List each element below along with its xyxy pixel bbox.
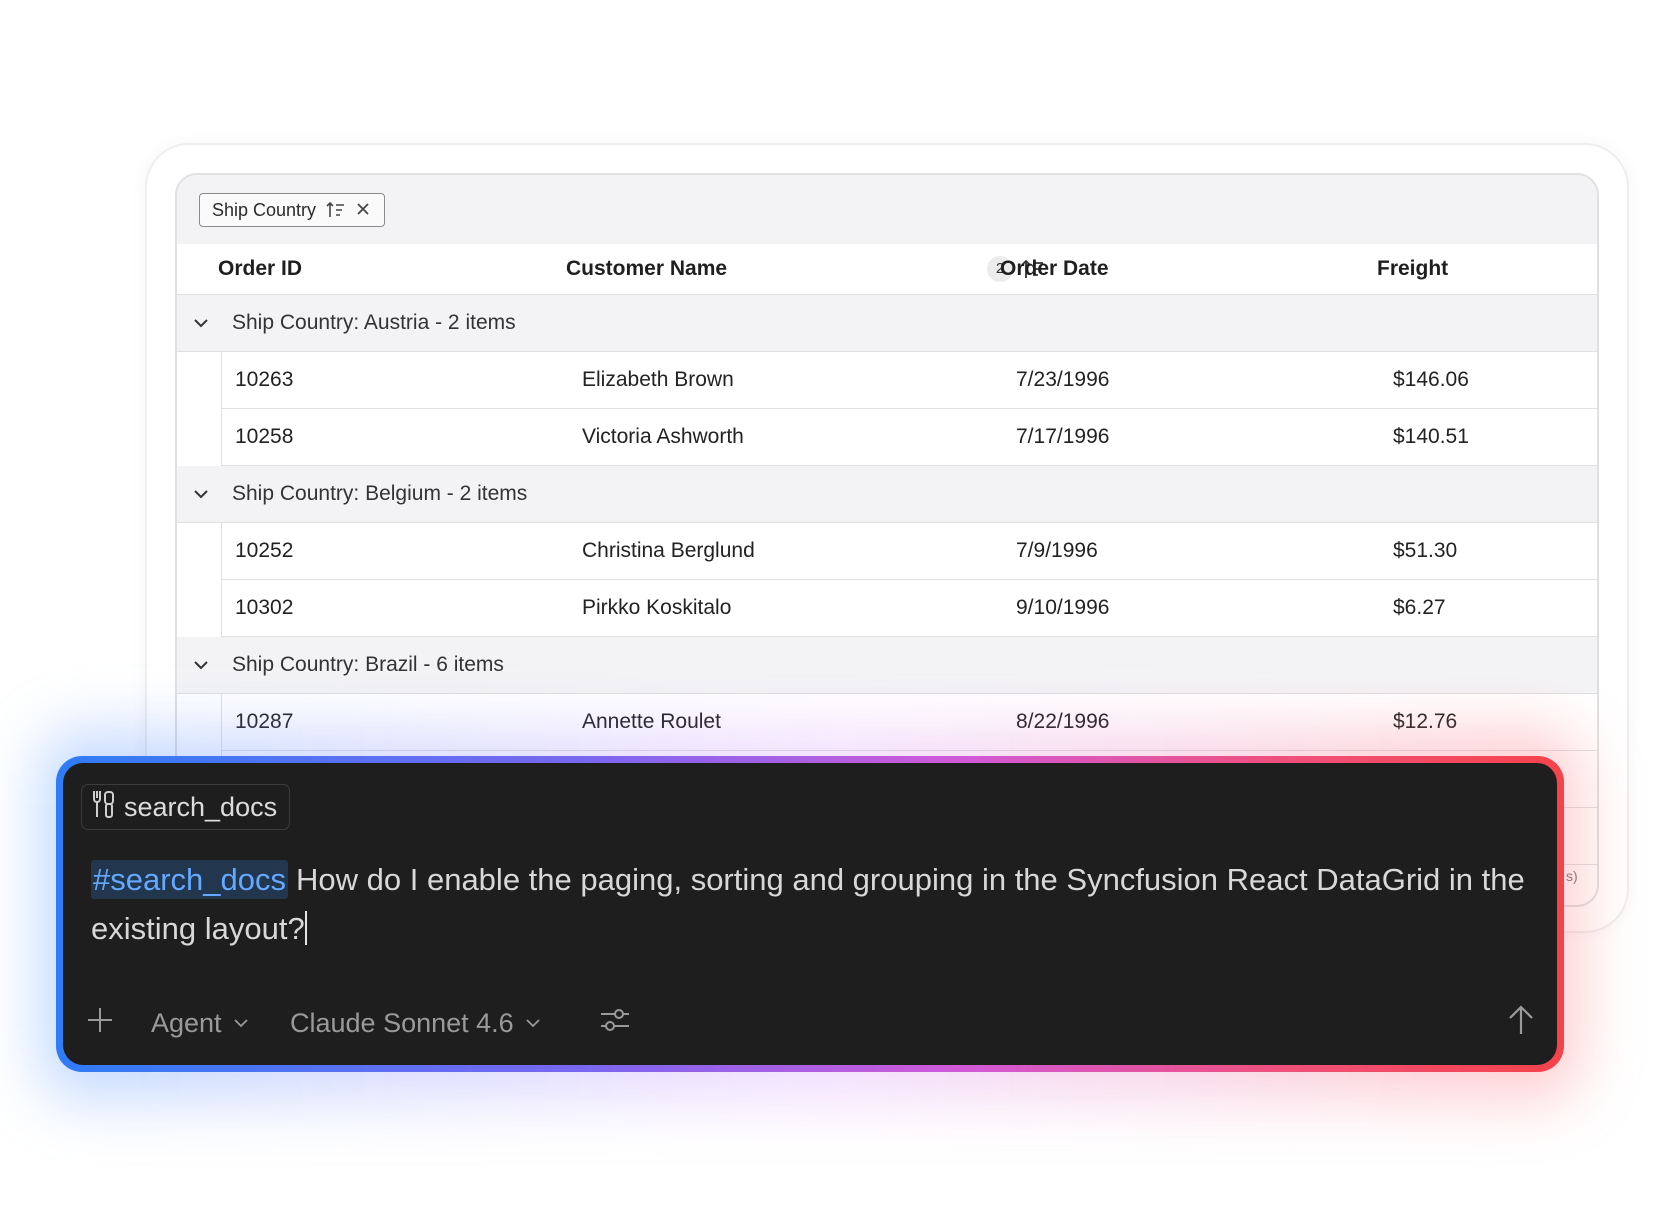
cell-order-date: 7/17/1996	[1016, 425, 1110, 448]
plus-icon	[85, 1005, 115, 1042]
group-caption-row[interactable]: Ship Country: Austria - 2 items	[177, 295, 1597, 352]
arrow-up-icon	[1506, 1004, 1536, 1043]
composer-toolbar: Agent Claude Sonnet 4.6	[63, 998, 1557, 1048]
cell-order-date: 9/10/1996	[1016, 596, 1110, 619]
cell-freight: $6.27	[1393, 596, 1446, 619]
tool-chip-label: search_docs	[124, 791, 278, 822]
sliders-icon	[599, 1004, 631, 1043]
cell-order-id: 10302	[235, 596, 294, 619]
prompt-input[interactable]: #search_docs How do I enable the paging, …	[91, 855, 1541, 953]
group-chip-label: Ship Country	[212, 199, 317, 220]
cell-customer-name: Elizabeth Brown	[582, 368, 734, 391]
cell-freight: $51.30	[1393, 539, 1458, 562]
group-caption-row[interactable]: Ship Country: Brazil - 6 items	[177, 637, 1597, 694]
cell-freight: $146.06	[1393, 368, 1469, 391]
chat-composer: search_docs #search_docs How do I enable …	[63, 763, 1557, 1065]
table-row[interactable]: 10258 Victoria Ashworth 7/17/1996 $140.5…	[221, 409, 1597, 466]
table-row[interactable]: 10263 Elizabeth Brown 7/23/1996 $146.06	[221, 352, 1597, 409]
group-caption: Ship Country: Austria - 2 items	[232, 311, 516, 334]
sort-ascending-icon[interactable]	[326, 201, 346, 219]
tool-tag: #search_docs	[91, 860, 289, 899]
cell-order-date: 7/9/1996	[1016, 539, 1098, 562]
group-drop-area: Ship Country	[177, 175, 1597, 245]
cell-order-id: 10252	[235, 539, 294, 562]
grid-header: Order ID Customer Name 2 Order Date Frei…	[177, 244, 1597, 295]
tool-chip[interactable]: search_docs	[81, 784, 291, 830]
group-caption: Ship Country: Brazil - 6 items	[232, 653, 504, 676]
settings-button[interactable]	[599, 998, 631, 1048]
chevron-down-icon	[524, 1008, 542, 1039]
header-customer-name[interactable]: Customer Name	[566, 244, 727, 294]
mode-label: Agent	[151, 1007, 222, 1038]
group-caption-row[interactable]: Ship Country: Belgium - 2 items	[177, 466, 1597, 523]
close-icon[interactable]	[356, 201, 370, 219]
header-order-date[interactable]: Order Date	[1000, 244, 1109, 294]
mode-dropdown[interactable]: Agent	[151, 998, 250, 1048]
model-dropdown[interactable]: Claude Sonnet 4.6	[290, 998, 542, 1048]
chevron-down-icon[interactable]	[189, 653, 213, 677]
cell-customer-name: Pirkko Koskitalo	[582, 596, 732, 619]
header-order-id[interactable]: Order ID	[218, 244, 302, 294]
model-label: Claude Sonnet 4.6	[290, 1007, 514, 1038]
cell-order-id: 10263	[235, 368, 294, 391]
chevron-down-icon	[232, 1008, 250, 1039]
cell-customer-name: Victoria Ashworth	[582, 425, 744, 448]
chevron-down-icon[interactable]	[189, 482, 213, 506]
table-row[interactable]: 10252 Christina Berglund 7/9/1996 $51.30	[221, 523, 1597, 580]
cell-order-id: 10258	[235, 425, 294, 448]
group-caption: Ship Country: Belgium - 2 items	[232, 482, 528, 505]
chevron-down-icon[interactable]	[189, 311, 213, 335]
send-button[interactable]	[1506, 998, 1536, 1048]
add-button[interactable]	[85, 998, 115, 1048]
cell-order-date: 7/23/1996	[1016, 368, 1110, 391]
table-row[interactable]: 10302 Pirkko Koskitalo 9/10/1996 $6.27	[221, 580, 1597, 637]
header-freight[interactable]: Freight	[1377, 244, 1448, 294]
text-caret	[304, 911, 307, 945]
tools-icon	[88, 789, 116, 826]
cell-freight: $140.51	[1393, 425, 1469, 448]
cell-customer-name: Christina Berglund	[582, 539, 755, 562]
group-chip[interactable]: Ship Country	[199, 193, 386, 227]
